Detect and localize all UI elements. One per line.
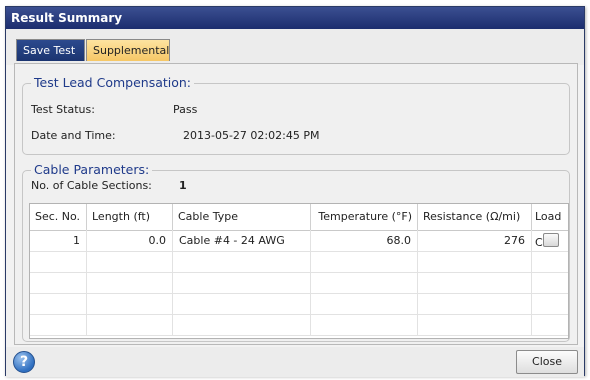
column-header-resistance[interactable]: Resistance (Ω/mi)	[418, 204, 532, 230]
date-time-value: 2013-05-27 02:02:45 PM	[183, 129, 320, 142]
tab-content-panel: Test Lead Compensation: Test Status: Pas…	[14, 63, 578, 345]
load-coil-checkbox[interactable]	[543, 233, 559, 247]
table-row-empty	[30, 251, 568, 273]
column-header-cable-type[interactable]: Cable Type	[173, 204, 311, 230]
test-status-value: Pass	[173, 103, 198, 116]
row-temperature[interactable]: 68.0	[311, 230, 418, 251]
column-header-load-coil[interactable]: Load Coil	[532, 204, 568, 249]
column-header-length[interactable]: Length (ft)	[87, 204, 173, 230]
window-title: Result Summary	[6, 7, 584, 29]
test-status-label: Test Status:	[31, 103, 95, 116]
table-header: Sec. No. Length (ft) Cable Type Temperat…	[30, 204, 568, 249]
table-row-empty	[30, 314, 568, 336]
row-length[interactable]: 0.0	[87, 230, 173, 251]
question-circle-icon[interactable]: ?	[13, 351, 35, 373]
row-cable-type[interactable]: Cable #4 - 24 AWG	[173, 230, 311, 251]
test-lead-compensation-group: Test Lead Compensation: Test Status: Pas…	[22, 75, 570, 155]
tab-save-test[interactable]: Save Test	[16, 39, 85, 61]
row-resistance[interactable]: 276	[418, 230, 532, 251]
table-row[interactable]: 1 0.0 Cable #4 - 24 AWG 68.0 276	[30, 230, 568, 252]
test-lead-compensation-legend: Test Lead Compensation:	[31, 75, 195, 90]
cable-sections-label: No. of Cable Sections:	[31, 179, 152, 192]
table-row-empty	[30, 272, 568, 294]
cable-parameters-group: Cable Parameters: No. of Cable Sections:…	[22, 162, 570, 342]
row-sec-no: 1	[30, 230, 87, 251]
column-header-temperature[interactable]: Temperature (°F)	[311, 204, 418, 230]
cable-sections-table: Sec. No. Length (ft) Cable Type Temperat…	[29, 203, 569, 339]
close-button[interactable]: Close	[516, 350, 578, 374]
cable-parameters-legend: Cable Parameters:	[31, 162, 153, 177]
table-row-empty	[30, 293, 568, 315]
date-time-label: Date and Time:	[31, 129, 116, 142]
row-load-coil-cell	[532, 230, 568, 251]
cable-sections-value: 1	[179, 179, 187, 192]
dialog-footer: ? Close	[6, 347, 584, 377]
column-header-sec-no[interactable]: Sec. No.	[30, 204, 87, 230]
result-summary-window: Result Summary Save Test Supplemental Te…	[5, 6, 585, 377]
tab-supplemental[interactable]: Supplemental	[86, 39, 170, 61]
tab-bar: Save Test Supplemental	[6, 29, 584, 65]
